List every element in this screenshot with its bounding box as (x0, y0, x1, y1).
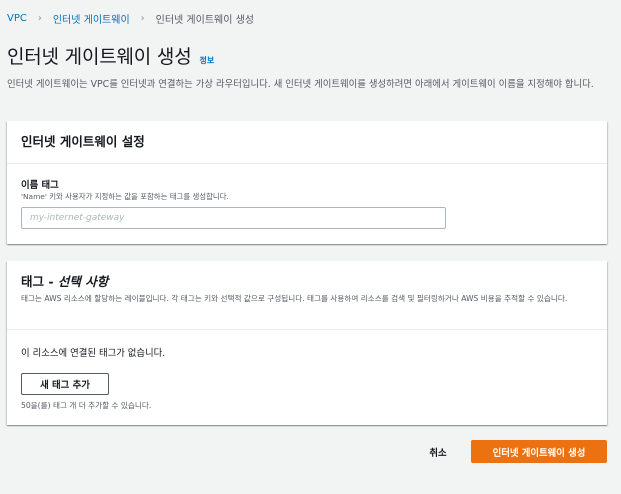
no-tags-message: 이 리소스에 연결된 태그가 없습니다. (21, 348, 166, 359)
cancel-button[interactable]: 취소 (418, 441, 458, 463)
gateway-settings-panel: 인터넷 게이트웨이 설정 이름 태그 'Name' 키와 사용자가 지정하는 값… (7, 121, 607, 244)
breadcrumb-vpc-link[interactable]: VPC (7, 13, 27, 24)
breadcrumb: VPC › 인터넷 게이트웨이 › 인터넷 게이트웨이 생성 (7, 11, 254, 26)
chevron-right-icon: › (37, 13, 42, 24)
panel-title: 태그 - 선택 사항 (21, 272, 593, 292)
page-title: 인터넷 게이트웨이 생성 (7, 46, 192, 68)
tags-panel: 태그 - 선택 사항 태그는 AWS 리소스에 할당하는 레이블입니다. 각 태… (7, 261, 607, 425)
panel-header: 태그 - 선택 사항 태그는 AWS 리소스에 할당하는 레이블입니다. 각 태… (7, 261, 607, 330)
page-header: 인터넷 게이트웨이 생성 정보 (7, 42, 214, 69)
panel-title-optional: 선택 사항 (57, 274, 109, 289)
name-tag-input[interactable] (21, 207, 446, 229)
tags-description: 태그는 AWS 리소스에 할당하는 레이블입니다. 각 태그는 키와 선택적 값… (21, 294, 568, 303)
name-tag-label: 이름 태그 (21, 180, 59, 191)
panel-header: 인터넷 게이트웨이 설정 (7, 121, 607, 164)
panel-title: 인터넷 게이트웨이 설정 (21, 134, 145, 149)
create-internet-gateway-button[interactable]: 인터넷 게이트웨이 생성 (471, 440, 607, 463)
page-description: 인터넷 게이트웨이는 VPC를 인터넷과 연결하는 가상 라우터입니다. 새 인… (7, 79, 594, 90)
panel-title-main: 태그 - (21, 274, 58, 289)
chevron-right-icon: › (140, 13, 145, 24)
tag-limit-text: 50을(를) 태그 개 더 추가할 수 있습니다. (21, 401, 152, 410)
breadcrumb-current: 인터넷 게이트웨이 생성 (155, 15, 254, 26)
breadcrumb-internet-gateways-link[interactable]: 인터넷 게이트웨이 (53, 11, 130, 26)
name-tag-description: 'Name' 키와 사용자가 지정하는 값을 포함하는 태그를 생성합니다. (21, 192, 229, 201)
add-tag-button[interactable]: 새 태그 추가 (21, 373, 109, 395)
info-link[interactable]: 정보 (199, 55, 214, 66)
